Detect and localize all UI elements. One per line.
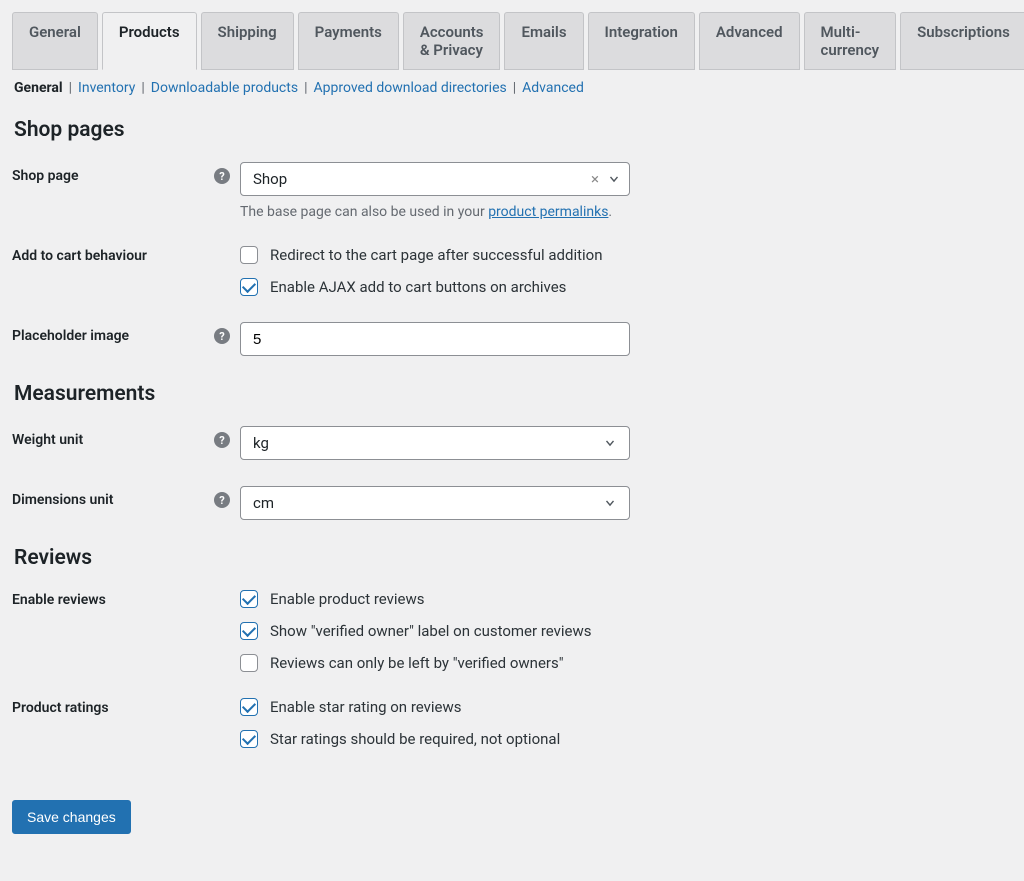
checkbox-show-verified-owner-label-text: Show "verified owner" label on customer … — [270, 622, 592, 640]
section-shop-pages-title: Shop pages — [14, 118, 1012, 142]
tab-shipping[interactable]: Shipping — [201, 12, 294, 70]
checkbox-redirect-to-cart[interactable] — [240, 246, 258, 264]
shop-page-description: The base page can also be used in your p… — [240, 204, 630, 220]
subtab-approved-download-directories[interactable]: Approved download directories — [314, 80, 507, 96]
label-enable-reviews-text: Enable reviews — [12, 592, 106, 608]
label-product-ratings: Product ratings — [12, 698, 240, 716]
help-icon[interactable]: ? — [214, 168, 230, 184]
shop-page-value: Shop — [253, 170, 287, 188]
checkbox-enable-ajax-label: Enable AJAX add to cart buttons on archi… — [270, 278, 566, 296]
sub-nav: General | Inventory | Downloadable produ… — [14, 80, 1012, 96]
tab-accounts-privacy[interactable]: Accounts & Privacy — [403, 12, 501, 70]
subtab-general[interactable]: General — [14, 80, 63, 96]
separator: | — [304, 80, 307, 96]
help-icon[interactable]: ? — [214, 328, 230, 344]
checkbox-verified-owners-only-label: Reviews can only be left by "verified ow… — [270, 654, 564, 672]
label-shop-page-text: Shop page — [12, 168, 79, 184]
tab-products[interactable]: Products — [102, 12, 197, 70]
help-icon[interactable]: ? — [214, 432, 230, 448]
subtab-advanced[interactable]: Advanced — [522, 80, 584, 96]
label-dimensions-unit-text: Dimensions unit — [12, 492, 114, 508]
shop-page-desc-suffix: . — [608, 204, 612, 220]
section-reviews-title: Reviews — [14, 546, 1012, 570]
main-tabs: General Products Shipping Payments Accou… — [12, 12, 1012, 70]
label-weight-unit: Weight unit ? — [12, 426, 240, 448]
checkbox-enable-star-rating[interactable] — [240, 698, 258, 716]
chevron-down-icon — [603, 436, 617, 450]
checkbox-show-verified-owner-label[interactable] — [240, 622, 258, 640]
chevron-down-icon — [607, 172, 621, 186]
chevron-down-icon — [603, 496, 617, 510]
save-changes-button[interactable]: Save changes — [12, 800, 131, 834]
shop-page-desc-prefix: The base page can also be used in your — [240, 204, 488, 220]
product-permalinks-link[interactable]: product permalinks — [488, 204, 608, 220]
label-enable-reviews: Enable reviews — [12, 590, 240, 608]
checkbox-star-rating-required-label: Star ratings should be required, not opt… — [270, 730, 560, 748]
dimensions-unit-value: cm — [253, 494, 274, 512]
label-dimensions-unit: Dimensions unit ? — [12, 486, 240, 508]
checkbox-enable-product-reviews[interactable] — [240, 590, 258, 608]
label-placeholder-image-text: Placeholder image — [12, 328, 129, 344]
dimensions-unit-select[interactable]: cm — [240, 486, 630, 520]
placeholder-image-input[interactable] — [240, 322, 630, 356]
label-add-to-cart-text: Add to cart behaviour — [12, 248, 147, 264]
subtab-downloadable-products[interactable]: Downloadable products — [151, 80, 298, 96]
clear-icon[interactable]: × — [591, 170, 599, 188]
separator: | — [141, 80, 144, 96]
label-shop-page: Shop page ? — [12, 162, 240, 184]
label-weight-unit-text: Weight unit — [12, 432, 83, 448]
checkbox-enable-ajax-add-to-cart[interactable] — [240, 278, 258, 296]
section-measurements-title: Measurements — [14, 382, 1012, 406]
tab-emails[interactable]: Emails — [504, 12, 583, 70]
tab-integration[interactable]: Integration — [588, 12, 695, 70]
tab-multi-currency[interactable]: Multi-currency — [804, 12, 897, 70]
weight-unit-select[interactable]: kg — [240, 426, 630, 460]
label-add-to-cart-behaviour: Add to cart behaviour — [12, 246, 240, 264]
checkbox-redirect-to-cart-label: Redirect to the cart page after successf… — [270, 246, 603, 264]
subtab-inventory[interactable]: Inventory — [78, 80, 135, 96]
help-icon[interactable]: ? — [214, 492, 230, 508]
tab-advanced[interactable]: Advanced — [699, 12, 800, 70]
checkbox-verified-owners-only[interactable] — [240, 654, 258, 672]
shop-page-select[interactable]: Shop × — [240, 162, 630, 196]
separator: | — [69, 80, 72, 96]
checkbox-star-rating-required[interactable] — [240, 730, 258, 748]
checkbox-enable-star-rating-label: Enable star rating on reviews — [270, 698, 462, 716]
weight-unit-value: kg — [253, 434, 269, 452]
tab-payments[interactable]: Payments — [298, 12, 399, 70]
label-product-ratings-text: Product ratings — [12, 700, 109, 716]
label-placeholder-image: Placeholder image ? — [12, 322, 240, 344]
separator: | — [513, 80, 516, 96]
checkbox-enable-product-reviews-label: Enable product reviews — [270, 590, 425, 608]
tab-general[interactable]: General — [12, 12, 98, 70]
tab-subscriptions[interactable]: Subscriptions — [900, 12, 1024, 70]
